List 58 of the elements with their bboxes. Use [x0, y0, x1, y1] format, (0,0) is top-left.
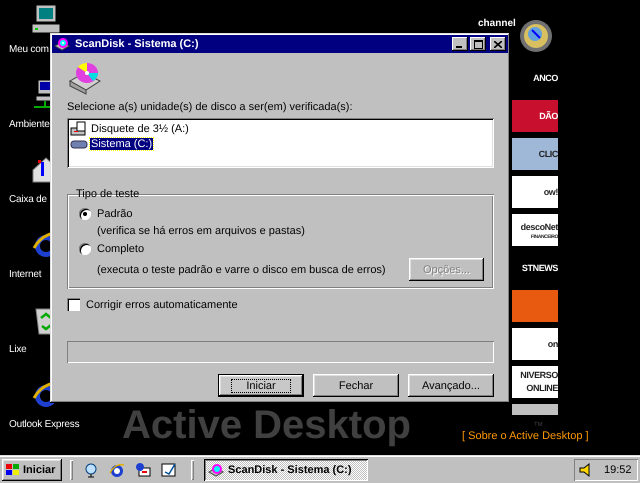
window-title: ScanDisk - Sistema (C:) — [75, 38, 200, 50]
globe-icon[interactable] — [518, 18, 554, 54]
close-button[interactable] — [490, 37, 506, 51]
option-label[interactable]: Completo — [97, 243, 144, 255]
checkbox-label[interactable]: Corrigir erros automaticamente — [86, 298, 238, 310]
channel-logo-text: ow! — [544, 186, 558, 198]
drive-item[interactable]: Sistema (C:) — [90, 138, 154, 150]
channel-tile[interactable]: ow! — [512, 176, 558, 208]
channel-logo-text: STNEWS — [522, 262, 558, 274]
desktop-icon-label[interactable]: Internet — [9, 269, 42, 280]
option-description: (executa o teste padrão e varre o disco em busca de erros) — [97, 264, 386, 276]
satellite-dish-icon[interactable] — [83, 462, 99, 478]
minimize-button[interactable] — [452, 37, 468, 51]
flag-icon — [5, 463, 21, 477]
desktop-icon-label[interactable]: Ambiente — [9, 119, 50, 130]
channel-logo-text: ONLINE — [526, 382, 558, 395]
drive-item[interactable]: Disquete de 3½ (A:) — [90, 122, 190, 134]
option-description: (verifica se há erros em arquivos e pastas) — [97, 225, 305, 237]
taskbar-button[interactable]: ScanDisk - Sistema (C:) — [204, 459, 368, 481]
radio-button[interactable] — [79, 208, 91, 220]
channel-tile[interactable]: CLIC — [512, 138, 558, 170]
channel-logo-text: DÃO — [539, 110, 558, 122]
channel-tile[interactable]: on — [512, 328, 558, 360]
channel-title: channel — [478, 18, 516, 29]
desktop-icon-label[interactable]: Outlook Express — [9, 419, 80, 430]
channel-logo-text: NIVERSO — [520, 369, 558, 382]
option-label[interactable]: Padrão — [97, 208, 132, 220]
drive-prompt: Selecione a(s) unidade(s) de disco a ser(em) verificada(s): — [67, 101, 354, 113]
about-link[interactable]: [ Sobre o Active Desktop ] — [462, 430, 589, 442]
mail-icon[interactable] — [135, 462, 151, 478]
dialog-button[interactable]: Fechar — [313, 374, 399, 397]
radio-button[interactable] — [79, 243, 91, 255]
channel-logo-text: CLIC — [538, 148, 558, 160]
disk-drive-icon — [68, 61, 102, 95]
channel-tile[interactable]: NIVERSO ONLINE — [512, 366, 558, 398]
desktop-icon-label[interactable]: Caixa de — [9, 194, 47, 205]
wallpaper-title: Active Desktop — [122, 405, 411, 445]
desktop-icon-label[interactable]: Meu com — [9, 44, 49, 55]
desktop-icon-label[interactable]: Lixe — [9, 344, 27, 355]
disk-icon — [54, 36, 70, 52]
close-icon — [494, 40, 502, 48]
start-button[interactable]: Iniciar — [2, 459, 62, 481]
maximize-button[interactable] — [470, 37, 486, 51]
dialog-button[interactable]: Iniciar — [218, 374, 304, 397]
clock: 19:52 — [604, 464, 632, 476]
channel-tile[interactable] — [512, 290, 558, 322]
disk-icon — [208, 462, 224, 478]
dialog-button[interactable]: Avançado... — [408, 374, 494, 397]
floppy-drive-icon — [70, 120, 88, 136]
channel-tile[interactable]: DÃO — [512, 100, 558, 132]
channel-logo-text: on — [548, 338, 558, 350]
channel-bar-footer — [512, 404, 558, 415]
group-legend: Tipo de teste — [75, 188, 140, 200]
browser-icon[interactable] — [109, 462, 125, 478]
maximize-icon — [474, 40, 482, 48]
channel-logo-text: ANCO — [533, 72, 558, 84]
channel-logo-text: descoNet — [520, 220, 558, 234]
checkbox[interactable] — [67, 298, 80, 311]
